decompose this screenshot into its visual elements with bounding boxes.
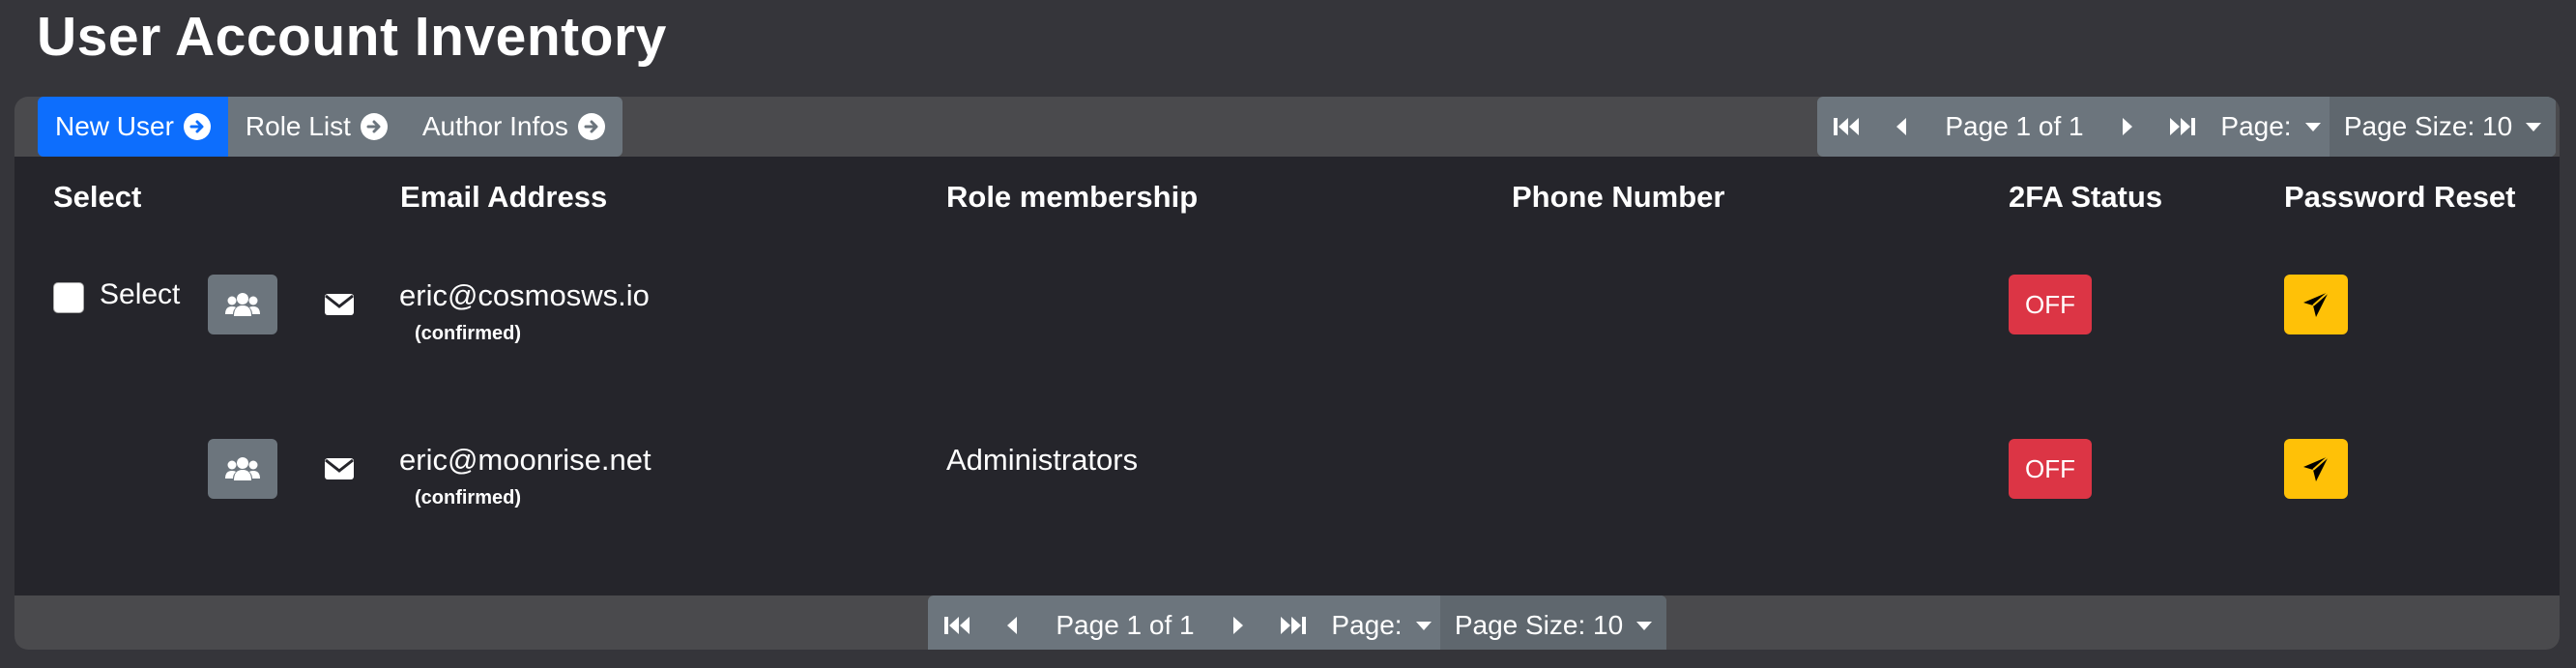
prev-page-button[interactable] (988, 595, 1036, 650)
paper-plane-icon (2303, 291, 2330, 317)
page-size-label: Page Size: 10 (1454, 610, 1624, 640)
manage-roles-button[interactable] (208, 439, 277, 499)
page-dropdown[interactable]: Page: (2212, 97, 2330, 157)
users-icon (225, 457, 260, 480)
page-dropdown-label: Page: (1331, 610, 1403, 640)
user-table-card: New User Role List Author Infos Page 1 o… (14, 97, 2560, 650)
user-table: Select Email Address Role membership Pho… (14, 157, 2560, 595)
next-page-icon (2123, 118, 2132, 135)
select-checkbox-label: Select (100, 278, 181, 310)
last-page-button[interactable] (1262, 595, 1322, 650)
first-page-button[interactable] (1817, 97, 1877, 157)
page-size-label: Page Size: 10 (2343, 111, 2513, 141)
page-info: Page 1 of 1 (1945, 111, 2084, 141)
page-dropdown-label: Page: (2220, 111, 2292, 141)
bottom-pager: Page 1 of 1 Page: Page Size: 10 (928, 595, 1666, 650)
author-infos-button[interactable]: Author Infos (404, 97, 622, 157)
first-page-icon (944, 617, 970, 634)
author-infos-label: Author Infos (421, 111, 568, 141)
first-page-button[interactable] (928, 595, 988, 650)
next-page-icon (1233, 617, 1243, 634)
column-header-phone: Phone Number (1512, 180, 1725, 214)
new-user-label: New User (55, 111, 174, 141)
envelope-icon[interactable] (324, 292, 355, 317)
page-dropdown[interactable]: Page: (1322, 595, 1440, 650)
password-reset-button[interactable] (2284, 275, 2348, 334)
action-button-group: New User Role List Author Infos (38, 97, 622, 157)
password-reset-button[interactable] (2284, 439, 2348, 499)
paper-plane-icon (2303, 455, 2330, 481)
column-header-2fa: 2FA Status (2009, 180, 2163, 214)
role-list-button[interactable]: Role List (227, 97, 405, 157)
manage-roles-button[interactable] (208, 275, 277, 334)
table-row: Select eric@cosmosws.io (confirmed) OFF (14, 271, 2560, 416)
first-page-icon (1834, 118, 1859, 135)
role-list-label: Role List (245, 111, 351, 141)
users-icon (225, 293, 260, 316)
last-page-icon (2170, 118, 2195, 135)
2fa-status-button[interactable]: OFF (2009, 275, 2092, 334)
page-title: User Account Inventory (37, 6, 667, 68)
caret-down-icon (2304, 122, 2321, 131)
page-info: Page 1 of 1 (1056, 610, 1195, 640)
column-header-select: Select (53, 180, 142, 214)
email-address: eric@moonrise.net (399, 443, 651, 477)
next-page-button[interactable] (2103, 97, 2152, 157)
prev-page-button[interactable] (1877, 97, 1925, 157)
2fa-status-button[interactable]: OFF (2009, 439, 2092, 499)
caret-down-icon (1636, 621, 1653, 630)
top-pager: Page 1 of 1 Page: Page Size: 10 (1817, 97, 2556, 157)
email-address: eric@cosmosws.io (399, 278, 650, 312)
prev-page-icon (1007, 617, 1017, 634)
next-page-button[interactable] (1214, 595, 1262, 650)
arrow-right-circle-icon (577, 113, 605, 140)
page-size-dropdown[interactable]: Page Size: 10 (2330, 97, 2556, 157)
select-checkbox[interactable] (53, 282, 84, 313)
column-header-role: Role membership (946, 180, 1199, 214)
column-header-password-reset: Password Reset (2284, 180, 2516, 214)
arrow-right-circle-icon (183, 113, 211, 140)
envelope-icon[interactable] (324, 456, 355, 481)
column-header-email: Email Address (400, 180, 608, 214)
caret-down-icon (2526, 122, 2542, 131)
arrow-right-circle-icon (360, 113, 388, 140)
email-confirmed-badge: (confirmed) (415, 323, 521, 344)
new-user-button[interactable]: New User (38, 97, 228, 157)
caret-down-icon (1415, 621, 1432, 630)
last-page-icon (1281, 617, 1306, 634)
prev-page-icon (1896, 118, 1906, 135)
last-page-button[interactable] (2152, 97, 2212, 157)
email-confirmed-badge: (confirmed) (415, 487, 521, 508)
role-membership: Administrators (946, 443, 1139, 477)
table-row: eric@moonrise.net (confirmed) Administra… (14, 435, 2560, 580)
page-size-dropdown[interactable]: Page Size: 10 (1440, 595, 1666, 650)
